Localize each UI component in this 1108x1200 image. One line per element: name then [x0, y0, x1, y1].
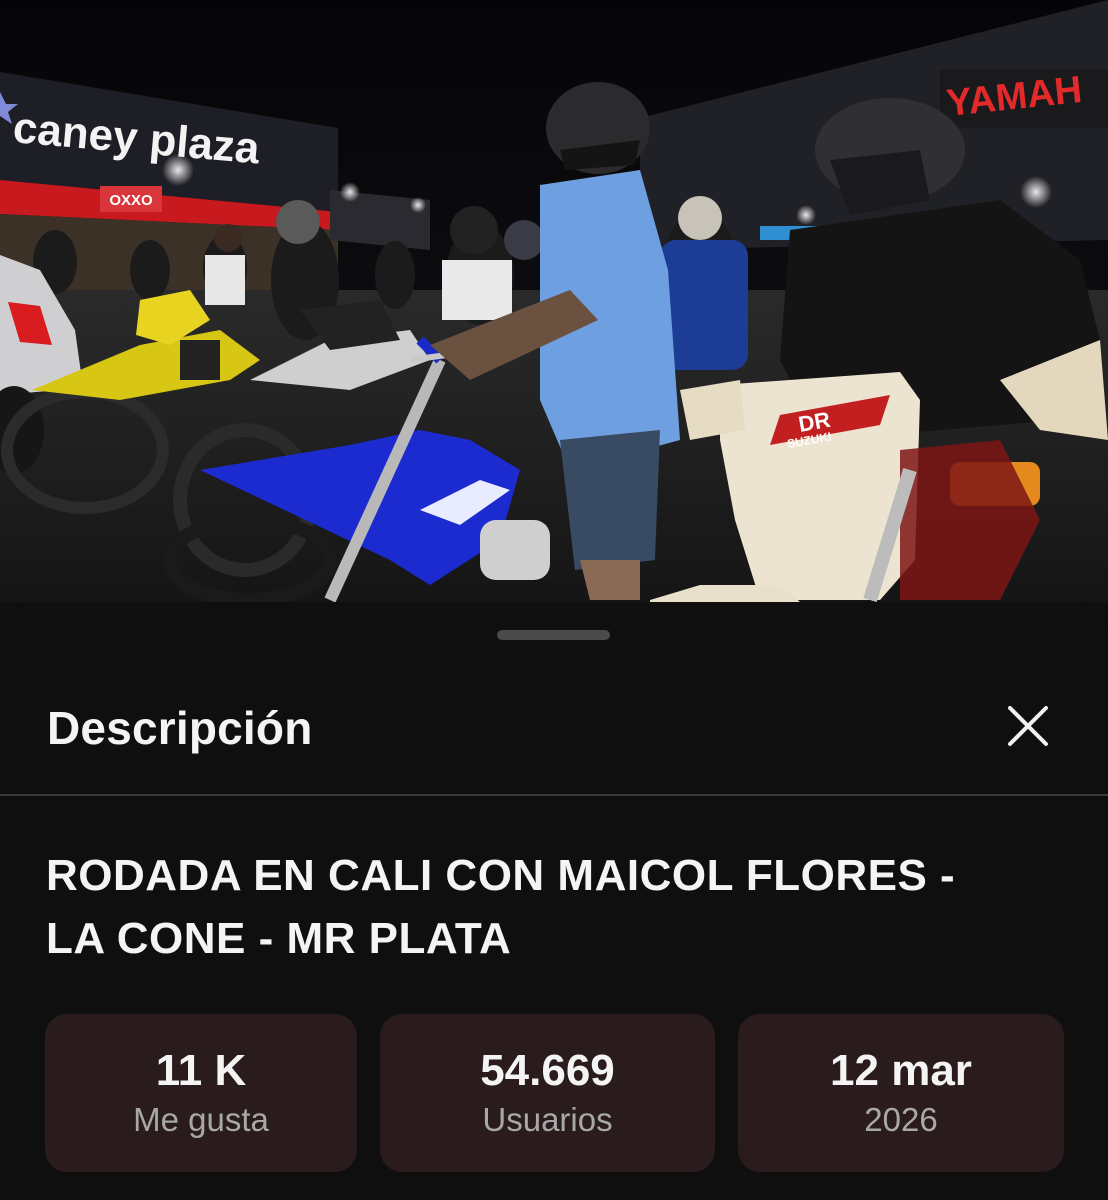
sheet-drag-handle[interactable]	[497, 630, 610, 640]
close-icon	[1008, 706, 1048, 746]
video-player[interactable]: OXXO caney plaza YAMAH DR SUZUKI	[0, 0, 1108, 602]
sheet-title: Descripción	[47, 702, 313, 754]
likes-stat: 11 K Me gusta	[45, 1014, 357, 1172]
video-title: RODADA EN CALI CON MAICOL FLORES - LA CO…	[46, 844, 1046, 970]
date-value: 12 mar	[830, 1046, 972, 1095]
users-value: 54.669	[480, 1046, 615, 1095]
likes-label: Me gusta	[133, 1101, 269, 1138]
video-frame: OXXO caney plaza YAMAH DR SUZUKI	[0, 0, 1108, 602]
date-year: 2026	[864, 1101, 938, 1138]
close-button[interactable]	[1000, 698, 1056, 754]
oxxo-sign: OXXO	[109, 192, 153, 209]
users-stat: 54.669 Usuarios	[380, 1014, 715, 1172]
sheet-divider	[0, 794, 1108, 796]
users-label: Usuarios	[482, 1101, 613, 1138]
date-stat: 12 mar 2026	[738, 1014, 1064, 1172]
description-sheet: Descripción RODADA EN CALI CON MAICOL FL…	[0, 606, 1108, 1200]
video-title-line-2: LA CONE - MR PLATA	[46, 914, 512, 963]
likes-value: 11 K	[155, 1046, 247, 1095]
video-title-line-1: RODADA EN CALI CON MAICOL FLORES -	[46, 851, 956, 900]
